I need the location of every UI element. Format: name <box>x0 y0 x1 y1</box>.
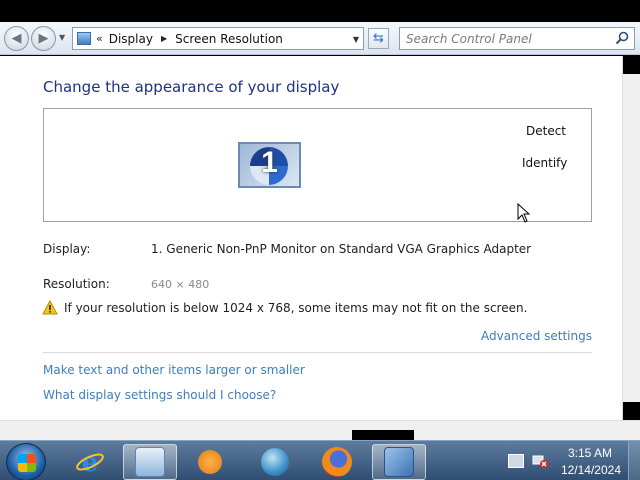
breadcrumb-separator-icon[interactable]: ▶ <box>161 34 167 43</box>
network-disconnected-icon[interactable] <box>532 454 548 468</box>
display-label: Display: <box>43 242 91 256</box>
refresh-button[interactable]: ⇆ <box>368 28 389 49</box>
firefox-icon <box>322 447 352 477</box>
text-size-link[interactable]: Make text and other items larger or smal… <box>43 363 305 377</box>
breadcrumb-display[interactable]: Display <box>109 32 153 46</box>
page-title: Change the appearance of your display <box>43 78 340 96</box>
refresh-icon: ⇆ <box>373 31 384 46</box>
display-select[interactable]: 1. Generic Non-PnP Monitor on Standard V… <box>151 242 531 256</box>
internet-explorer-icon: e <box>76 448 104 477</box>
network-globe-icon <box>261 448 289 476</box>
taskbar-network[interactable] <box>248 444 302 480</box>
monitor-1-tile[interactable]: 1 <box>238 142 301 188</box>
action-center-icon[interactable] <box>508 454 524 468</box>
forward-button[interactable]: ▶ <box>31 26 56 51</box>
content-pane: Change the appearance of your display 1 … <box>0 56 622 420</box>
clock-time[interactable]: 3:15 AM <box>568 446 612 460</box>
start-button[interactable] <box>6 443 46 480</box>
back-arrow-icon: ◀ <box>11 31 22 46</box>
mouse-cursor-icon <box>517 203 531 223</box>
navigation-bar: ◀ ▶ ▼ « Display ▶ Screen Resolution ▼ ⇆ … <box>0 22 640 55</box>
clock-date[interactable]: 12/14/2024 <box>561 463 621 477</box>
media-player-icon <box>198 450 222 474</box>
taskbar-control-panel[interactable] <box>123 444 177 480</box>
taskbar-display-settings[interactable] <box>372 444 426 480</box>
scroll-down-button[interactable] <box>623 402 640 420</box>
taskbar: e 3:15 AM 12/14/2024 <box>0 440 640 480</box>
display-settings-icon <box>384 447 414 477</box>
dialog-button-bar <box>0 420 640 441</box>
search-icon[interactable] <box>615 31 629 45</box>
address-bar[interactable]: « Display ▶ Screen Resolution ▼ <box>72 27 364 50</box>
breadcrumb-overflow-icon[interactable]: « <box>96 32 103 45</box>
title-bar <box>0 0 640 22</box>
recent-pages-dropdown-icon[interactable]: ▼ <box>59 33 65 42</box>
resolution-select[interactable]: 640 × 480 <box>151 278 209 291</box>
windows-logo-icon <box>18 454 36 472</box>
detect-button[interactable]: Detect <box>526 124 566 138</box>
identify-button[interactable]: Identify <box>522 156 567 170</box>
display-help-link[interactable]: What display settings should I choose? <box>43 388 276 402</box>
advanced-settings-link[interactable]: Advanced settings <box>481 329 592 343</box>
control-panel-icon <box>77 32 91 45</box>
monitor-number: 1 <box>261 146 278 179</box>
taskbar-firefox[interactable] <box>310 444 364 480</box>
divider <box>43 352 592 353</box>
breadcrumb-screen-resolution[interactable]: Screen Resolution <box>175 32 283 46</box>
search-placeholder: Search Control Panel <box>406 31 532 46</box>
system-tray: 3:15 AM 12/14/2024 <box>500 441 640 480</box>
taskbar-internet-explorer[interactable]: e <box>63 444 117 480</box>
resolution-label: Resolution: <box>43 277 110 291</box>
scroll-up-button[interactable] <box>623 56 640 74</box>
search-input[interactable]: Search Control Panel <box>399 27 635 50</box>
resolution-warning: If your resolution is below 1024 x 768, … <box>64 301 528 315</box>
control-panel-icon <box>135 447 165 477</box>
svg-text:e: e <box>82 448 99 477</box>
address-dropdown-icon[interactable]: ▼ <box>353 35 359 44</box>
taskbar-media-player[interactable] <box>183 444 237 480</box>
warning-icon <box>42 300 58 315</box>
monitor-arrangement-panel: 1 Detect Identify <box>43 108 592 222</box>
vertical-scrollbar[interactable] <box>622 56 640 420</box>
show-desktop-button[interactable] <box>628 441 640 480</box>
back-button[interactable]: ◀ <box>4 26 29 51</box>
forward-arrow-icon: ▶ <box>38 31 49 46</box>
